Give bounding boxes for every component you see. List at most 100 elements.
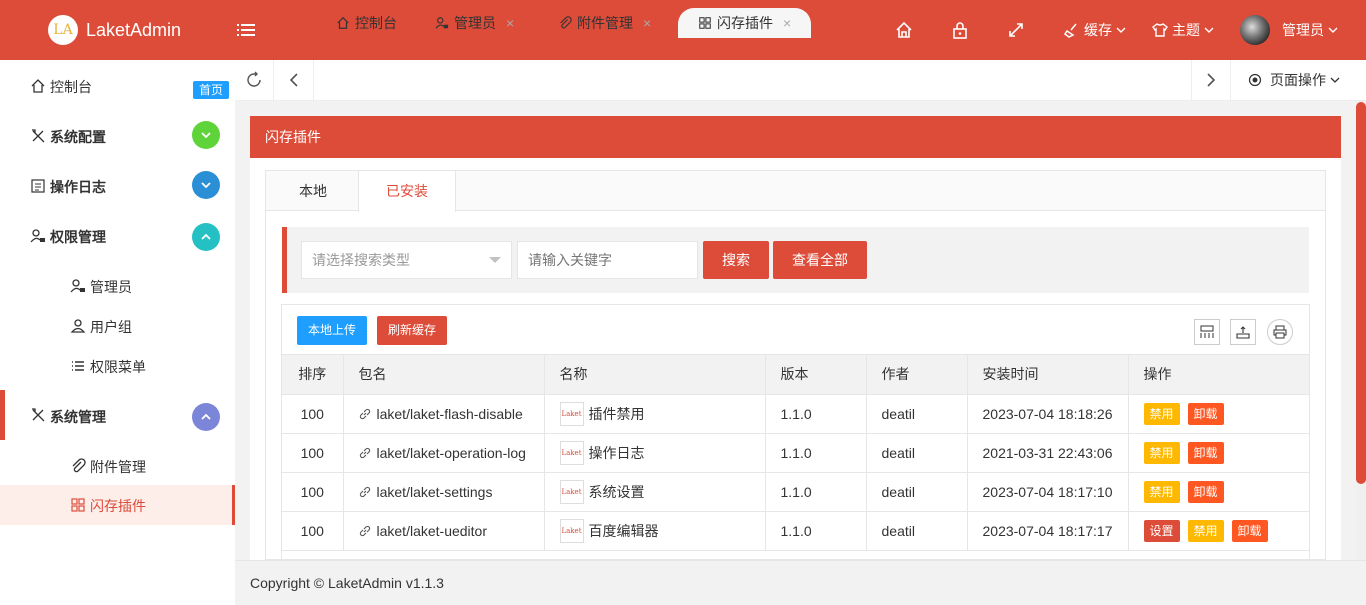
plugin-name: 百度编辑器	[588, 522, 659, 539]
table-toolbar: 本地上传 刷新缓存	[282, 305, 1309, 355]
search-type-select[interactable]: 请选择搜索类型	[301, 241, 512, 279]
refresh-cache-button[interactable]: 刷新缓存	[377, 316, 448, 345]
tab-admin[interactable]: 管理员 ×	[435, 8, 514, 38]
tab-flash-plugin[interactable]: 闪存插件 ×	[678, 8, 812, 38]
plugin-name: 插件禁用	[588, 405, 645, 422]
print-icon[interactable]	[1267, 319, 1293, 345]
cell-version: 1.1.0	[765, 511, 867, 551]
sidebar-item-attachment[interactable]: 附件管理	[0, 446, 235, 486]
chevron-down-icon	[1204, 27, 1214, 33]
sidebar-item-permission-menu[interactable]: 权限菜单	[0, 346, 235, 386]
col-order[interactable]: 排序	[282, 355, 344, 395]
package-name: laket/laket-operation-log	[376, 444, 526, 461]
col-install-time[interactable]: 安装时间	[967, 355, 1129, 395]
cell-actions: 设置 禁用 卸载	[1128, 511, 1309, 551]
tools-icon	[32, 408, 45, 422]
sidebar-item-console[interactable]: 控制台 首页	[0, 66, 235, 106]
sidebar-item-system-config[interactable]: 系统配置	[0, 116, 235, 156]
chevron-up-icon	[192, 223, 220, 251]
search-button[interactable]: 搜索	[703, 241, 769, 279]
user-lock-icon	[70, 279, 85, 293]
disable-button[interactable]: 禁用	[1143, 480, 1180, 503]
radio-dot-icon	[1248, 73, 1262, 87]
tabs-prev-button[interactable]	[274, 60, 314, 100]
uninstall-button[interactable]: 卸载	[1187, 441, 1224, 464]
package-name: laket/laket-flash-disable	[376, 405, 523, 422]
sidebar-item-system-manage[interactable]: 系统管理	[0, 390, 235, 440]
sidebar-item-flash-plugin[interactable]: 闪存插件	[0, 485, 235, 525]
view-all-button[interactable]: 查看全部	[773, 241, 867, 279]
sidebar-item-label: 权限菜单	[90, 359, 146, 375]
cache-dropdown[interactable]: 缓存	[1064, 20, 1130, 40]
tabs-bar	[235, 60, 1366, 101]
tab-attachment[interactable]: 附件管理 ×	[558, 8, 651, 38]
col-package[interactable]: 包名	[343, 355, 545, 395]
sidebar-item-label: 用户组	[90, 319, 132, 335]
tab-local[interactable]: 本地	[272, 171, 354, 211]
col-name[interactable]: 名称	[544, 355, 766, 395]
home-icon[interactable]	[894, 20, 914, 40]
plugin-table: 排序 包名 名称 版本 作者 安装时间 操作 100 laket/laket-f…	[282, 355, 1309, 551]
tab-console[interactable]: 控制台	[336, 8, 397, 38]
col-author[interactable]: 作者	[866, 355, 968, 395]
logo[interactable]: LA LaketAdmin	[48, 14, 181, 46]
local-upload-button[interactable]: 本地上传	[297, 316, 368, 345]
home-badge: 首页	[193, 81, 230, 99]
disable-button[interactable]: 禁用	[1143, 441, 1180, 464]
cell-install-time: 2023-07-04 18:17:17	[967, 511, 1129, 551]
tab-label: 附件管理	[577, 15, 633, 31]
broom-icon	[1064, 23, 1077, 38]
subtabs-bar: 本地 已安装	[266, 171, 1325, 212]
cell-version: 1.1.0	[765, 394, 867, 434]
chevron-up-icon	[192, 403, 220, 431]
uninstall-button[interactable]: 卸载	[1187, 480, 1224, 503]
chevron-down-icon	[192, 121, 220, 149]
keyword-input[interactable]	[517, 241, 698, 279]
table-row: 100 laket/laket-operation-log Laket 操作日志 …	[282, 433, 1309, 473]
caret-down-icon	[489, 257, 501, 263]
disable-button[interactable]: 禁用	[1143, 402, 1180, 425]
uninstall-button[interactable]: 卸载	[1231, 519, 1268, 542]
chevron-down-icon	[1328, 27, 1338, 33]
link-icon	[359, 408, 370, 419]
sidebar-item-admin[interactable]: 管理员	[0, 266, 235, 306]
cell-name: Laket 系统设置	[544, 472, 766, 512]
export-icon[interactable]	[1230, 319, 1256, 345]
menu-toggle-icon[interactable]	[237, 20, 255, 40]
package-name: laket/laket-settings	[376, 483, 493, 500]
cell-install-time: 2021-03-31 22:43:06	[967, 433, 1129, 473]
sidebar-item-label: 系统管理	[50, 409, 106, 425]
close-icon[interactable]: ×	[783, 15, 791, 31]
settings-button[interactable]: 设置	[1143, 519, 1180, 542]
chevron-down-icon	[1330, 77, 1340, 83]
app-name: LaketAdmin	[86, 19, 182, 40]
cell-package: laket/laket-settings	[343, 472, 545, 512]
plugin-logo: Laket	[559, 518, 584, 543]
sidebar-item-user-group[interactable]: 用户组	[0, 306, 235, 346]
page-operations-dropdown[interactable]: 页面操作	[1248, 60, 1340, 100]
sidebar-item-operation-log[interactable]: 操作日志	[0, 166, 235, 206]
user-dropdown[interactable]: 管理员	[1240, 15, 1342, 45]
theme-dropdown[interactable]: 主题	[1152, 20, 1218, 40]
uninstall-button[interactable]: 卸载	[1187, 402, 1224, 425]
scrollbar-thumb[interactable]	[1356, 102, 1366, 484]
close-icon[interactable]: ×	[643, 15, 651, 31]
disable-button[interactable]: 禁用	[1187, 519, 1224, 542]
close-icon[interactable]: ×	[506, 15, 514, 31]
plugin-logo: Laket	[559, 479, 584, 504]
paperclip-icon	[560, 16, 572, 29]
page-ops-label: 页面操作	[1270, 72, 1326, 88]
chevron-right-icon	[1207, 73, 1216, 87]
package-name: laket/laket-ueditor	[376, 522, 488, 539]
tab-installed[interactable]: 已安装	[358, 171, 456, 212]
columns-filter-icon[interactable]	[1194, 319, 1220, 345]
refresh-button[interactable]	[235, 60, 274, 100]
lock-icon[interactable]	[950, 20, 970, 40]
fullscreen-icon[interactable]	[1006, 20, 1026, 40]
sidebar-item-permission[interactable]: 权限管理	[0, 216, 235, 256]
user-lock-icon	[435, 17, 449, 29]
chevron-down-icon	[1116, 27, 1126, 33]
col-version[interactable]: 版本	[765, 355, 867, 395]
tabs-next-button[interactable]	[1191, 60, 1231, 100]
table-row: 100 laket/laket-flash-disable Laket 插件禁用 …	[282, 394, 1309, 434]
